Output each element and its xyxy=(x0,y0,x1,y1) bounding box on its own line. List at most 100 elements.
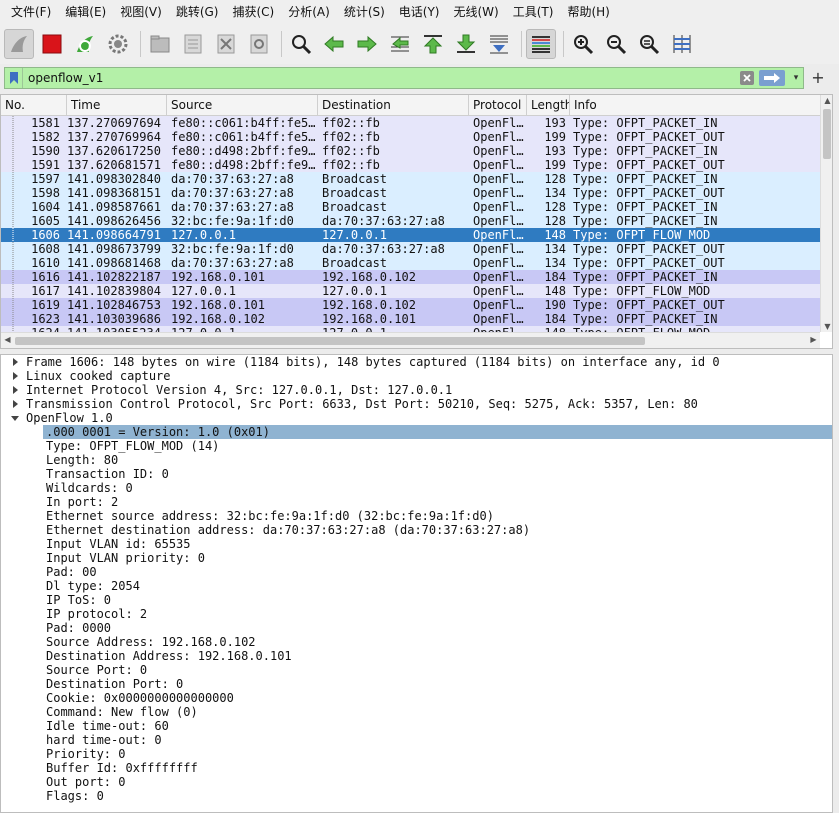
collapsed-arrow-icon[interactable] xyxy=(10,397,20,411)
resize-columns-icon[interactable] xyxy=(667,29,697,59)
packet-list-horizontal-scrollbar[interactable]: ◀ ▶ xyxy=(1,332,820,348)
scroll-down-arrow-icon[interactable]: ▼ xyxy=(821,322,832,331)
detail-field[interactable]: Pad: 0000 xyxy=(1,621,832,635)
detail-field[interactable]: hard time-out: 0 xyxy=(1,733,832,747)
table-row[interactable]: 1623 141.103039686 192.168.0.102 192.168.0.… xyxy=(1,312,820,326)
go-last-packet-icon[interactable] xyxy=(451,29,481,59)
menu-item[interactable]: 编辑(E) xyxy=(58,1,113,23)
add-filter-button-icon[interactable]: + xyxy=(810,67,826,89)
go-first-packet-icon[interactable] xyxy=(418,29,448,59)
detail-tree-item[interactable]: Linux cooked capture xyxy=(1,369,832,383)
detail-tree-item[interactable]: OpenFlow 1.0 xyxy=(1,411,832,425)
column-header-no[interactable]: No. xyxy=(1,95,67,116)
scroll-left-arrow-icon[interactable]: ◀ xyxy=(1,335,14,344)
detail-field[interactable]: Out port: 0 xyxy=(1,775,832,789)
go-back-icon[interactable] xyxy=(319,29,349,59)
table-row[interactable]: 1591 137.620681571 fe80::d498:2bff:fe9… ff0… xyxy=(1,158,820,172)
reload-file-icon[interactable] xyxy=(244,29,274,59)
apply-filter-icon[interactable] xyxy=(759,70,785,86)
table-row[interactable]: 1590 137.620617250 fe80::d498:2bff:fe9… ff0… xyxy=(1,144,820,158)
detail-field[interactable]: Input VLAN priority: 0 xyxy=(1,551,832,565)
column-header-time[interactable]: Time xyxy=(67,95,167,116)
expanded-arrow-icon[interactable] xyxy=(10,411,20,425)
detail-field[interactable]: In port: 2 xyxy=(1,495,832,509)
shark-fin-icon[interactable] xyxy=(4,29,34,59)
zoom-normal-icon[interactable] xyxy=(634,29,664,59)
open-file-icon[interactable] xyxy=(145,29,175,59)
table-row[interactable]: 1598 141.098368151 da:70:37:63:27:a8 Broadc… xyxy=(1,186,820,200)
scroll-up-arrow-icon[interactable]: ▲ xyxy=(821,96,832,105)
detail-field[interactable]: Buffer Id: 0xffffffff xyxy=(1,761,832,775)
detail-field[interactable]: Dl type: 2054 xyxy=(1,579,832,593)
table-row[interactable]: 1581 137.270697694 fe80::c061:b4ff:fe5… ff0… xyxy=(1,116,820,130)
menu-item[interactable]: 电话(Y) xyxy=(392,1,447,23)
zoom-out-icon[interactable] xyxy=(601,29,631,59)
menu-item[interactable]: 文件(F) xyxy=(4,1,58,23)
display-filter-input[interactable] xyxy=(23,68,739,88)
detail-field[interactable]: Destination Address: 192.168.0.101 xyxy=(1,649,832,663)
scrollbar-thumb[interactable] xyxy=(15,337,645,345)
detail-field[interactable]: Transaction ID: 0 xyxy=(1,467,832,481)
table-row[interactable]: 1619 141.102846753 192.168.0.101 192.168.0.… xyxy=(1,298,820,312)
colorize-icon[interactable] xyxy=(526,29,556,59)
detail-field[interactable]: Idle time-out: 60 xyxy=(1,719,832,733)
menu-item[interactable]: 捕获(C) xyxy=(225,1,281,23)
column-header-protocol[interactable]: Protocol xyxy=(469,95,527,116)
detail-field[interactable]: .000 0001 = Version: 1.0 (0x01) xyxy=(1,425,832,439)
detail-field[interactable]: Length: 80 xyxy=(1,453,832,467)
clear-filter-icon[interactable] xyxy=(739,70,755,86)
detail-field[interactable]: IP protocol: 2 xyxy=(1,607,832,621)
detail-field[interactable]: Cookie: 0x0000000000000000 xyxy=(1,691,832,705)
bookmark-icon[interactable] xyxy=(5,68,23,88)
detail-field[interactable]: Destination Port: 0 xyxy=(1,677,832,691)
column-header-info[interactable]: Info xyxy=(570,95,820,116)
column-header-length[interactable]: Length xyxy=(527,95,570,116)
menu-item[interactable]: 工具(T) xyxy=(506,1,561,23)
table-row-selected[interactable]: 1606 141.098664791 127.0.0.1 127.0.0.1 OpenF… xyxy=(1,228,820,242)
table-row[interactable]: 1608 141.098673799 32:bc:fe:9a:1f:d0 da:70:… xyxy=(1,242,820,256)
collapsed-arrow-icon[interactable] xyxy=(10,355,20,369)
zoom-in-icon[interactable] xyxy=(568,29,598,59)
detail-tree-item[interactable]: Internet Protocol Version 4, Src: 127.0.… xyxy=(1,383,832,397)
auto-scroll-icon[interactable] xyxy=(484,29,514,59)
column-header-source[interactable]: Source xyxy=(167,95,318,116)
detail-tree-item[interactable]: Transmission Control Protocol, Src Port:… xyxy=(1,397,832,411)
menu-item[interactable]: 跳转(G) xyxy=(169,1,226,23)
go-forward-icon[interactable] xyxy=(352,29,382,59)
restart-capture-icon[interactable] xyxy=(70,29,100,59)
capture-options-icon[interactable] xyxy=(103,29,133,59)
collapsed-arrow-icon[interactable] xyxy=(10,383,20,397)
menu-item[interactable]: 视图(V) xyxy=(113,1,169,23)
find-packet-icon[interactable] xyxy=(286,29,316,59)
table-row[interactable]: 1604 141.098587661 da:70:37:63:27:a8 Broadc… xyxy=(1,200,820,214)
scroll-right-arrow-icon[interactable]: ▶ xyxy=(807,335,820,344)
go-to-packet-icon[interactable] xyxy=(385,29,415,59)
table-row[interactable]: 1605 141.098626456 32:bc:fe:9a:1f:d0 da:70:… xyxy=(1,214,820,228)
stop-capture-icon[interactable] xyxy=(37,29,67,59)
detail-field[interactable]: Flags: 0 xyxy=(1,789,832,803)
detail-field[interactable]: Command: New flow (0) xyxy=(1,705,832,719)
table-row[interactable]: 1617 141.102839804 127.0.0.1 127.0.0.1 OpenF… xyxy=(1,284,820,298)
detail-field[interactable]: Ethernet destination address: da:70:37:6… xyxy=(1,523,832,537)
close-file-icon[interactable] xyxy=(211,29,241,59)
menu-item[interactable]: 无线(W) xyxy=(447,1,506,23)
detail-field[interactable]: Wildcards: 0 xyxy=(1,481,832,495)
menu-item[interactable]: 分析(A) xyxy=(281,1,337,23)
detail-field[interactable]: IP ToS: 0 xyxy=(1,593,832,607)
table-row[interactable]: 1616 141.102822187 192.168.0.101 192.168.0.… xyxy=(1,270,820,284)
menu-item[interactable]: 帮助(H) xyxy=(560,1,616,23)
detail-field[interactable]: Ethernet source address: 32:bc:fe:9a:1f:… xyxy=(1,509,832,523)
detail-field[interactable]: Type: OFPT_FLOW_MOD (14) xyxy=(1,439,832,453)
detail-field[interactable]: Input VLAN id: 65535 xyxy=(1,537,832,551)
menu-item[interactable]: 统计(S) xyxy=(337,1,392,23)
detail-tree-item[interactable]: Frame 1606: 148 bytes on wire (1184 bits… xyxy=(1,355,832,369)
save-file-icon[interactable] xyxy=(178,29,208,59)
table-row[interactable]: 1582 137.270769964 fe80::c061:b4ff:fe5… ff0… xyxy=(1,130,820,144)
packet-list-vertical-scrollbar[interactable]: ▲ ▼ xyxy=(820,95,832,332)
scrollbar-thumb[interactable] xyxy=(823,109,831,159)
table-row[interactable]: 1610 141.098681468 da:70:37:63:27:a8 Broadc… xyxy=(1,256,820,270)
detail-field[interactable]: Source Address: 192.168.0.102 xyxy=(1,635,832,649)
detail-field[interactable]: Priority: 0 xyxy=(1,747,832,761)
column-header-destination[interactable]: Destination xyxy=(318,95,469,116)
detail-field[interactable]: Pad: 00 xyxy=(1,565,832,579)
